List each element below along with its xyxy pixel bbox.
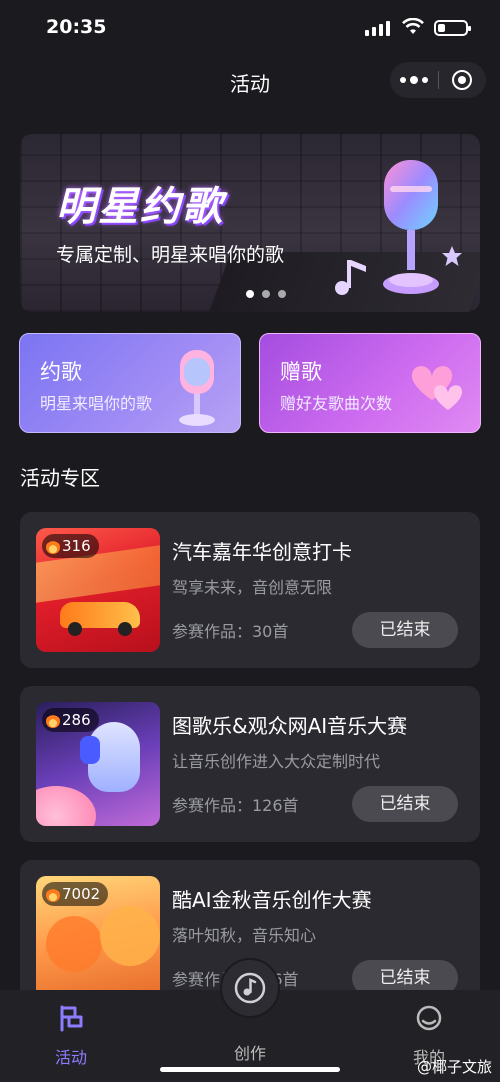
watermark: @椰子文旅 [416,1058,492,1076]
activity-card[interactable]: 316 汽车嘉年华创意打卡 驾享未来，音创意无限 参赛作品：30首 已结束 [20,512,480,668]
status-bar: 20:35 [0,0,500,56]
home-indicator [160,1067,340,1072]
status-time: 20:35 [46,16,107,38]
flame-icon [46,886,60,902]
activity-desc: 让音乐创作进入大众定制时代 [172,752,381,771]
target-icon [452,70,473,90]
card-title: 赠歌 [280,360,322,384]
signal-icon [365,21,390,36]
card-subtitle: 赠好友歌曲次数 [280,394,393,413]
battery-icon [434,20,471,36]
banner-headline: 明星约歌 [56,184,224,230]
section-title: 活动专区 [20,466,100,490]
activity-thumbnail: 316 [36,528,160,652]
banner-carousel[interactable]: 明星约歌 专属定制、明星来唱你的歌 [20,134,480,312]
banner-subtitle: 专属定制、明星来唱你的歌 [56,244,285,266]
flag-icon [60,1005,83,1032]
tab-label: 活动 [54,1048,87,1067]
hot-badge: 316 [42,534,99,558]
activity-title: 图歌乐&观众网AI音乐大赛 [172,714,408,738]
mini-program-capsule [390,62,486,98]
hot-badge: 7002 [42,882,109,906]
microphone-icon [179,350,215,426]
create-button[interactable] [220,958,280,1018]
activity-card[interactable]: 286 图歌乐&观众网AI音乐大赛 让音乐创作进入大众定制时代 参赛作品：126… [20,686,480,842]
entry-count: 参赛作品：126首 [172,796,299,815]
activity-title: 汽车嘉年华创意打卡 [172,540,352,564]
hot-badge: 286 [42,708,99,732]
tab-activity[interactable]: 活动 [16,1004,126,1068]
star-icon [442,246,462,266]
card-subtitle: 明星来唱你的歌 [40,394,153,413]
entry-count: 参赛作品：30首 [172,622,289,641]
tab-label: 创作 [233,1044,266,1063]
more-button[interactable] [390,75,438,84]
activity-desc: 落叶知秋，音乐知心 [172,926,317,945]
card-title: 约歌 [40,360,82,384]
request-song-card[interactable]: 约歌 明星来唱你的歌 [19,333,241,433]
music-note-icon [335,260,366,295]
gift-song-card[interactable]: 赠歌 赠好友歌曲次数 [259,333,481,433]
flame-icon [46,712,60,728]
navbar: 活动 [0,58,500,102]
microphone-icon [383,160,439,294]
ended-button[interactable]: 已结束 [352,612,458,648]
music-disc-icon [234,972,266,1004]
activity-thumbnail: 286 [36,702,160,826]
wifi-icon [402,18,424,34]
activity-thumbnail: 7002 [36,876,160,1000]
ended-button[interactable]: 已结束 [352,786,458,822]
activity-title: 酷AI金秋音乐创作大赛 [172,888,372,912]
activity-desc: 驾享未来，音创意无限 [172,578,333,597]
profile-icon [416,1005,442,1031]
flame-icon [46,538,60,554]
hearts-icon [411,366,463,410]
carousel-indicator [246,290,286,298]
close-button[interactable] [439,70,487,90]
